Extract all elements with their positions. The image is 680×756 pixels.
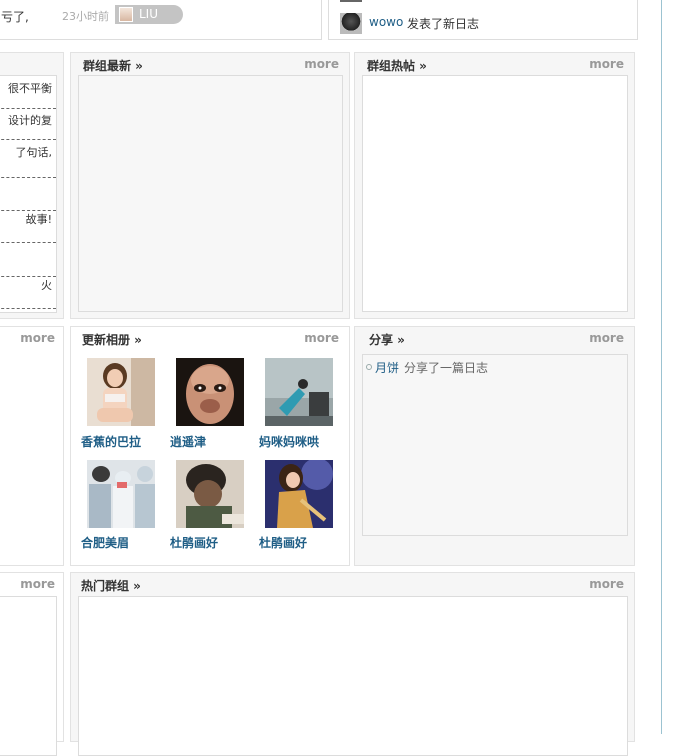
album-caption-6[interactable]: 杜鹃画好 <box>259 534 307 551</box>
albums-panel: 更新相册 » more 香蕉的巴拉 逍遥津 妈咪妈咪哄 合肥美眉 杜鹃画好 杜鹃… <box>70 326 350 566</box>
left-line-1: 很不平衡 <box>8 82 52 95</box>
album-thumb-3[interactable] <box>265 358 333 426</box>
user-chip-name: LIU <box>139 7 159 21</box>
activity-time: 23小时前 <box>62 10 109 23</box>
left-panel-row1-content: 很不平衡 设计的复 了句话, 故事! 火 <box>0 75 57 313</box>
share-more-link[interactable]: more <box>589 331 624 345</box>
albums-title[interactable]: 更新相册 » <box>82 331 142 348</box>
album-caption-1[interactable]: 香蕉的巴拉 <box>81 433 141 450</box>
feed-avatar-top <box>340 0 362 2</box>
feed-action: 发表了新日志 <box>407 17 480 31</box>
group-hot-posts-title[interactable]: 群组热帖 » <box>367 57 427 74</box>
left-panel-row2-more-link[interactable]: more <box>20 331 55 345</box>
feed-box: wowo 发表了新日志 <box>328 0 638 40</box>
share-user-link[interactable]: 月饼 <box>375 359 399 376</box>
avatar <box>119 7 133 22</box>
share-title[interactable]: 分享 » <box>369 331 405 348</box>
group-latest-title[interactable]: 群组最新 » <box>83 57 143 74</box>
right-border-line <box>661 0 662 734</box>
group-hot-posts-more-link[interactable]: more <box>589 57 624 71</box>
group-latest-more-link[interactable]: more <box>304 57 339 71</box>
album-caption-2[interactable]: 逍遥津 <box>170 433 206 450</box>
user-chip[interactable]: LIU <box>115 5 183 24</box>
left-line-5: 火 <box>41 279 52 292</box>
left-panel-row1: 很不平衡 设计的复 了句话, 故事! 火 <box>0 52 64 319</box>
bullet-icon <box>366 364 372 370</box>
left-line-3: 了句话, <box>15 146 53 159</box>
share-panel: 分享 » more 月饼 分享了一篇日志 <box>354 326 635 566</box>
left-line-2: 设计的复 <box>8 114 52 127</box>
left-panel-row3: more <box>0 572 64 756</box>
hot-groups-panel: 热门群组 » more <box>70 572 635 756</box>
album-thumb-1[interactable] <box>87 358 155 426</box>
album-caption-5[interactable]: 杜鹃画好 <box>170 534 218 551</box>
left-panel-row3-content <box>0 596 57 756</box>
group-hot-posts-panel: 群组热帖 » more <box>354 52 635 319</box>
hot-groups-more-link[interactable]: more <box>589 577 624 591</box>
album-thumb-2[interactable] <box>176 358 244 426</box>
hot-groups-content <box>78 596 628 756</box>
left-panel-row2: more <box>0 326 64 566</box>
album-thumb-5[interactable] <box>176 460 244 528</box>
top-left-box: 亏了, 23小时前 LIU <box>0 0 322 40</box>
feed-avatar[interactable] <box>340 13 362 34</box>
left-line-4: 故事! <box>25 213 52 226</box>
left-panel-row3-more-link[interactable]: more <box>20 577 55 591</box>
album-caption-4[interactable]: 合肥美眉 <box>81 534 129 551</box>
albums-more-link[interactable]: more <box>304 331 339 345</box>
top-left-text: 亏了, <box>1 10 29 24</box>
group-hot-posts-content <box>362 75 628 312</box>
group-latest-content <box>78 75 343 312</box>
share-content: 月饼 分享了一篇日志 <box>362 354 628 536</box>
feed-user-link[interactable]: wowo <box>369 15 403 29</box>
hot-groups-title[interactable]: 热门群组 » <box>81 577 141 594</box>
album-thumb-6[interactable] <box>265 460 333 528</box>
share-action: 分享了一篇日志 <box>404 361 489 375</box>
album-thumb-4[interactable] <box>87 460 155 528</box>
group-latest-panel: 群组最新 » more <box>70 52 350 319</box>
album-caption-3[interactable]: 妈咪妈咪哄 <box>259 433 319 450</box>
